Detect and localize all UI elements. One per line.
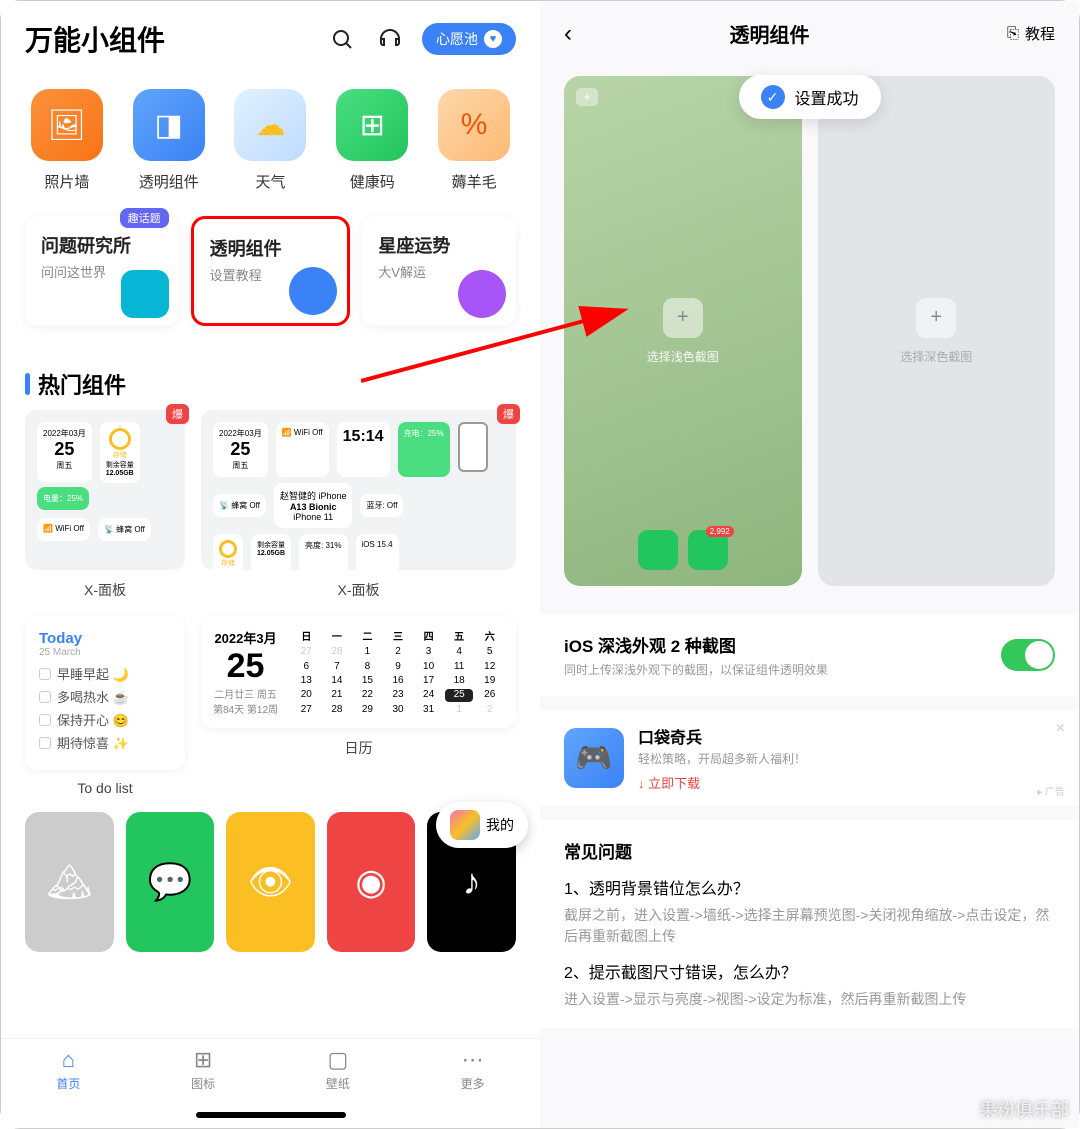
phone-app-icon bbox=[638, 530, 678, 570]
my-button[interactable]: 我的 bbox=[436, 802, 528, 848]
card-transparent-widget[interactable]: 透明组件 设置教程 bbox=[191, 216, 351, 326]
wechat-card[interactable]: 💬 bbox=[126, 812, 215, 952]
card-questions[interactable]: 趣话题 问题研究所 问问这世界 bbox=[25, 216, 179, 326]
weibo-card[interactable]: 👁 bbox=[226, 812, 315, 952]
dark-screenshot-picker[interactable]: + 选择深色截图 bbox=[818, 76, 1056, 586]
dock-preview: 2,992 bbox=[638, 530, 728, 570]
appearance-setting: iOS 深浅外观 2 种截图 同时上传深浅外观下的截图，以保证组件透明效果 bbox=[540, 614, 1079, 696]
home-indicator[interactable] bbox=[196, 1112, 346, 1118]
grid-icon: ⊞ bbox=[194, 1047, 212, 1073]
plus-icon: + bbox=[663, 298, 703, 338]
planet-icon bbox=[458, 270, 506, 318]
transparent-icon: ◨ bbox=[133, 89, 205, 161]
home-icon: ⌂ bbox=[62, 1047, 75, 1073]
card-horoscope[interactable]: 星座运势 大V解运 bbox=[362, 216, 516, 326]
app-transparent[interactable]: ◨透明组件 bbox=[127, 89, 211, 192]
messages-app-icon: 2,992 bbox=[688, 530, 728, 570]
app-health-code[interactable]: ⊞健康码 bbox=[330, 89, 414, 192]
close-ad-icon[interactable]: × bbox=[1056, 720, 1065, 738]
plus-icon: + bbox=[916, 298, 956, 338]
wishlist-button[interactable]: 心愿池♥ bbox=[422, 23, 516, 55]
tab-more[interactable]: ⋯更多 bbox=[405, 1047, 540, 1128]
search-icon[interactable] bbox=[326, 23, 358, 55]
hashtag-icon bbox=[121, 270, 169, 318]
app-photo-wall[interactable]: 🖼照片墙 bbox=[25, 89, 109, 192]
tutorial-button[interactable]: ⎘教程 bbox=[1007, 23, 1055, 44]
download-link[interactable]: ↓ 立即下载 bbox=[638, 773, 806, 792]
hot-widgets-header: 热门组件 bbox=[1, 338, 540, 410]
watermark: 果粉俱乐部 bbox=[979, 1096, 1069, 1122]
coupon-icon: % bbox=[438, 89, 510, 161]
calendar-label: 日历 bbox=[201, 738, 516, 758]
faq-section: 常见问题 1、透明背景错位怎么办？ 截屏之前，进入设置->墙纸->选择主屏幕预览… bbox=[540, 820, 1079, 1028]
calendar-widget[interactable]: 2022年3月 25 二月廿三 周五 第84天 第12周 日一二三四五六 272… bbox=[201, 616, 516, 728]
gear-icon bbox=[289, 267, 337, 315]
photo-icon: 🖼 bbox=[31, 89, 103, 161]
light-screenshot-picker[interactable]: + + 选择浅色截图 2,992 bbox=[564, 76, 802, 586]
ad-label: ▸ 广告 bbox=[1037, 783, 1065, 798]
tab-bar: ⌂首页 ⊞图标 ▢壁纸 ⋯更多 bbox=[1, 1038, 540, 1128]
qr-icon: ⊞ bbox=[336, 89, 408, 161]
hot-badge: 爆 bbox=[166, 404, 189, 424]
xpanel-large[interactable]: 爆 2022年03月25周五 📶 WiFi Off 15:14 充电：25% 📡… bbox=[201, 410, 516, 570]
more-icon: ⋯ bbox=[462, 1047, 484, 1073]
check-icon: ✓ bbox=[760, 85, 784, 109]
image-icon: ▢ bbox=[327, 1047, 348, 1073]
appearance-toggle[interactable] bbox=[1001, 639, 1055, 671]
ad-banner[interactable]: 🎮 口袋奇兵 轻松策略，开局超多新人福利！ ↓ 立即下载 × ▸ 广告 bbox=[540, 710, 1079, 806]
todo-label: To do list bbox=[25, 780, 185, 796]
support-icon[interactable] bbox=[374, 23, 406, 55]
calendar-grid: 日一二三四五六 272812345 6789101112 13141516171… bbox=[292, 628, 504, 716]
app-title: 万能小组件 bbox=[25, 19, 310, 59]
page-title: 透明组件 bbox=[544, 19, 995, 48]
my-icon bbox=[450, 810, 480, 840]
app-grid: 🖼照片墙 ◨透明组件 ☁天气 ⊞健康码 %薅羊毛 bbox=[1, 77, 540, 204]
todo-widget[interactable]: Today 25 March 早睡早起 🌙 多喝热水 ☕ 保持开心 😊 期待惊喜… bbox=[25, 616, 185, 770]
add-widget-icon: + bbox=[576, 88, 598, 106]
topic-badge: 趣话题 bbox=[120, 208, 169, 228]
hot-badge: 爆 bbox=[497, 404, 520, 424]
app-deals[interactable]: %薅羊毛 bbox=[432, 89, 516, 192]
book-icon: ⎘ bbox=[1007, 25, 1019, 42]
photo-card[interactable]: 🏔 bbox=[25, 812, 114, 952]
netease-card[interactable]: ◉ bbox=[327, 812, 416, 952]
phone-frame-icon bbox=[458, 422, 488, 472]
panel-label: X-面板 bbox=[201, 580, 516, 600]
success-toast: ✓ 设置成功 bbox=[738, 75, 880, 119]
xpanel-small[interactable]: 爆 2022年03月25周五 存储剩余容量12.05GB 电量：25% 📶 Wi… bbox=[25, 410, 185, 570]
app-weather[interactable]: ☁天气 bbox=[229, 89, 313, 192]
panel-label: X-面板 bbox=[25, 580, 185, 600]
ad-app-icon: 🎮 bbox=[564, 728, 624, 788]
weather-icon: ☁ bbox=[234, 89, 306, 161]
tab-home[interactable]: ⌂首页 bbox=[1, 1047, 136, 1128]
